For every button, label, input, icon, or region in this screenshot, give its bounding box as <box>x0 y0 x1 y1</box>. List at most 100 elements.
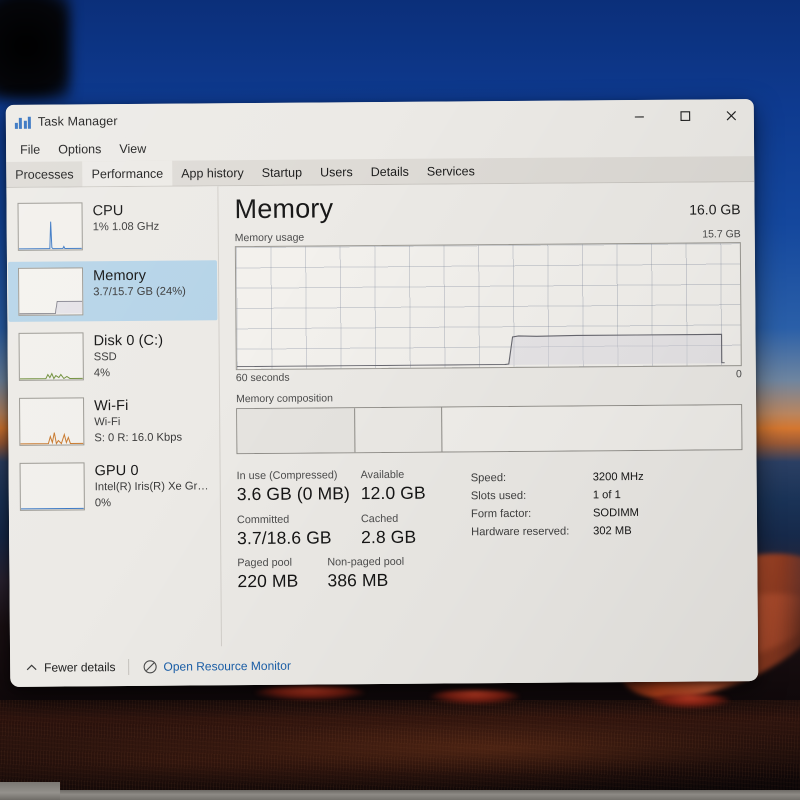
memory-stats: In use (Compressed) 3.6 GB (0 MB) Availa… <box>237 466 744 601</box>
wifi-thumbnail-graph <box>19 397 85 446</box>
stat-available: Available 12.0 GB <box>361 469 426 504</box>
total-memory-label: 16.0 GB <box>689 201 741 218</box>
sidebar-disk-stat: 4% <box>93 366 111 379</box>
memory-stats-left: In use (Compressed) 3.6 GB (0 MB) Availa… <box>237 468 456 600</box>
chevron-up-icon[interactable] <box>24 661 38 675</box>
tab-users[interactable]: Users <box>311 159 362 184</box>
caption-buttons <box>616 99 754 133</box>
sidebar-item-disk[interactable]: Disk 0 (C:) SSD 4% <box>8 325 217 387</box>
info-speed-key: Speed: <box>470 472 507 485</box>
info-slots-key: Slots used: <box>470 489 527 503</box>
stat-row-pools: Paged pool 220 MB Non-paged pool 386 MB <box>237 556 455 592</box>
stat-committed-value: 3.7/18.6 GB <box>237 526 332 548</box>
foreground-blur-object <box>0 0 70 100</box>
panel-header: Memory 16.0 GB <box>234 192 741 225</box>
info-row-speed: Speed: 3200 MHz <box>471 468 644 487</box>
memory-hardware-info: Speed: 3200 MHz Slots used: 1 of 1 Form … <box>455 467 645 599</box>
tab-services[interactable]: Services <box>418 158 484 184</box>
gpu-thumbnail-graph <box>19 462 85 511</box>
close-button[interactable] <box>708 99 754 132</box>
composition-segment-free <box>440 405 742 452</box>
stat-in-use: In use (Compressed) 3.6 GB (0 MB) <box>237 469 361 505</box>
sidebar-item-cpu[interactable]: CPU 1% 1.08 GHz <box>7 195 216 257</box>
sidebar-gpu-stat: 0% <box>94 496 112 509</box>
stat-paged-pool-label: Paged pool <box>237 556 293 570</box>
tab-processes[interactable]: Processes <box>6 161 83 187</box>
status-bar: Fewer details Open Resource Monitor <box>9 642 759 687</box>
stat-nonpaged-pool-label: Non-paged pool <box>327 556 405 569</box>
axis-label-left: 60 seconds <box>235 371 290 385</box>
stat-cached-value: 2.8 GB <box>361 526 417 547</box>
page-title: Memory <box>234 193 334 225</box>
menu-file[interactable]: File <box>11 141 49 159</box>
stat-committed-label: Committed <box>236 513 290 526</box>
tab-app-history[interactable]: App history <box>172 160 253 186</box>
sidebar-memory-text: Memory 3.7/15.7 GB (24%) <box>93 267 186 300</box>
axis-label-right: 0 <box>735 368 742 381</box>
task-manager-icon <box>14 113 31 129</box>
info-row-hardware-reserved: Hardware reserved: 302 MB <box>471 522 644 541</box>
info-slots-value: 1 of 1 <box>592 489 621 502</box>
sidebar-wifi-name: Wi-Fi <box>94 397 129 415</box>
sidebar-disk-name: Disk 0 (C:) <box>93 332 164 350</box>
stat-available-label: Available <box>360 468 405 482</box>
tab-details[interactable]: Details <box>362 159 418 184</box>
sidebar-gpu-text: GPU 0 Intel(R) Iris(R) Xe Gra... 0% <box>95 461 211 510</box>
task-manager-window: Task Manager File Options View Processes… <box>5 99 759 687</box>
usage-chart-max-label: 15.7 GB <box>702 228 741 241</box>
photo-glint <box>650 694 730 708</box>
sidebar-disk-text: Disk 0 (C:) SSD 4% <box>94 332 164 380</box>
usage-chart-caption: Memory usage <box>234 231 305 245</box>
info-row-slots: Slots used: 1 of 1 <box>471 486 644 505</box>
performance-body: CPU 1% 1.08 GHz Memory 3.7/15.7 GB (24%) <box>6 182 758 648</box>
sidebar-wifi-stat: S: 0 R: 16.0 Kbps <box>94 431 183 444</box>
info-speed-value: 3200 MHz <box>592 470 644 484</box>
info-hardware-reserved-key: Hardware reserved: <box>471 525 570 539</box>
memory-usage-graph <box>234 242 742 371</box>
usage-area-fill <box>508 334 722 366</box>
sidebar-item-wifi[interactable]: Wi-Fi Wi-Fi S: 0 R: 16.0 Kbps <box>9 390 218 452</box>
sidebar-wifi-text: Wi-Fi Wi-Fi S: 0 R: 16.0 Kbps <box>94 397 182 446</box>
composition-segment-in-use <box>237 408 355 454</box>
footer-divider <box>128 658 130 675</box>
photo-glint <box>430 690 520 704</box>
sidebar-disk-type: SSD <box>93 351 117 364</box>
window-title: Task Manager <box>37 113 118 129</box>
title-bar: Task Manager <box>5 99 754 138</box>
tab-performance[interactable]: Performance <box>82 160 173 187</box>
sidebar-wifi-type: Wi-Fi <box>94 416 121 429</box>
photo-glint <box>255 686 365 700</box>
wallpaper-texture <box>0 700 800 800</box>
tab-startup[interactable]: Startup <box>253 160 312 185</box>
stat-in-use-value: 3.6 GB (0 MB) <box>236 483 351 505</box>
stat-nonpaged-pool-value: 386 MB <box>327 570 389 591</box>
sidebar-memory-name: Memory <box>93 267 147 285</box>
usage-axis-labels: 60 seconds 0 <box>236 368 742 384</box>
sidebar-gpu-name: GPU 0 <box>94 462 139 480</box>
menu-view[interactable]: View <box>110 140 155 158</box>
composition-caption: Memory composition <box>235 392 333 406</box>
memory-composition-bar[interactable] <box>236 404 743 455</box>
stat-nonpaged-pool: Non-paged pool 386 MB <box>327 556 404 591</box>
resource-sidebar: CPU 1% 1.08 GHz Memory 3.7/15.7 GB (24%) <box>6 186 222 648</box>
screen-bezel-bottom-left <box>0 782 60 800</box>
maximize-button[interactable] <box>662 99 708 132</box>
fewer-details-button[interactable]: Fewer details <box>44 660 115 675</box>
stat-paged-pool-value: 220 MB <box>237 570 299 592</box>
stat-row-inuse-available: In use (Compressed) 3.6 GB (0 MB) Availa… <box>237 468 455 504</box>
info-form-factor-key: Form factor: <box>470 507 532 521</box>
info-hardware-reserved-value: 302 MB <box>593 525 632 538</box>
usage-chart-caption-row: Memory usage 15.7 GB <box>235 228 741 244</box>
memory-detail-panel: Memory 16.0 GB Memory usage 15.7 GB 60 s… <box>218 182 758 646</box>
sidebar-memory-stat: 3.7/15.7 GB (24%) <box>93 285 186 299</box>
sidebar-item-gpu[interactable]: GPU 0 Intel(R) Iris(R) Xe Gra... 0% <box>9 455 218 517</box>
memory-thumbnail-graph <box>18 267 84 316</box>
sidebar-item-memory[interactable]: Memory 3.7/15.7 GB (24%) <box>7 260 218 322</box>
sidebar-cpu-name: CPU <box>92 203 124 220</box>
stat-cached: Cached 2.8 GB <box>361 512 416 547</box>
open-resource-monitor-link[interactable]: Open Resource Monitor <box>163 659 291 674</box>
menu-options[interactable]: Options <box>49 140 110 158</box>
minimize-button[interactable] <box>616 100 662 133</box>
sidebar-cpu-text: CPU 1% 1.08 GHz <box>92 202 160 235</box>
info-form-factor-value: SODIMM <box>592 506 639 520</box>
